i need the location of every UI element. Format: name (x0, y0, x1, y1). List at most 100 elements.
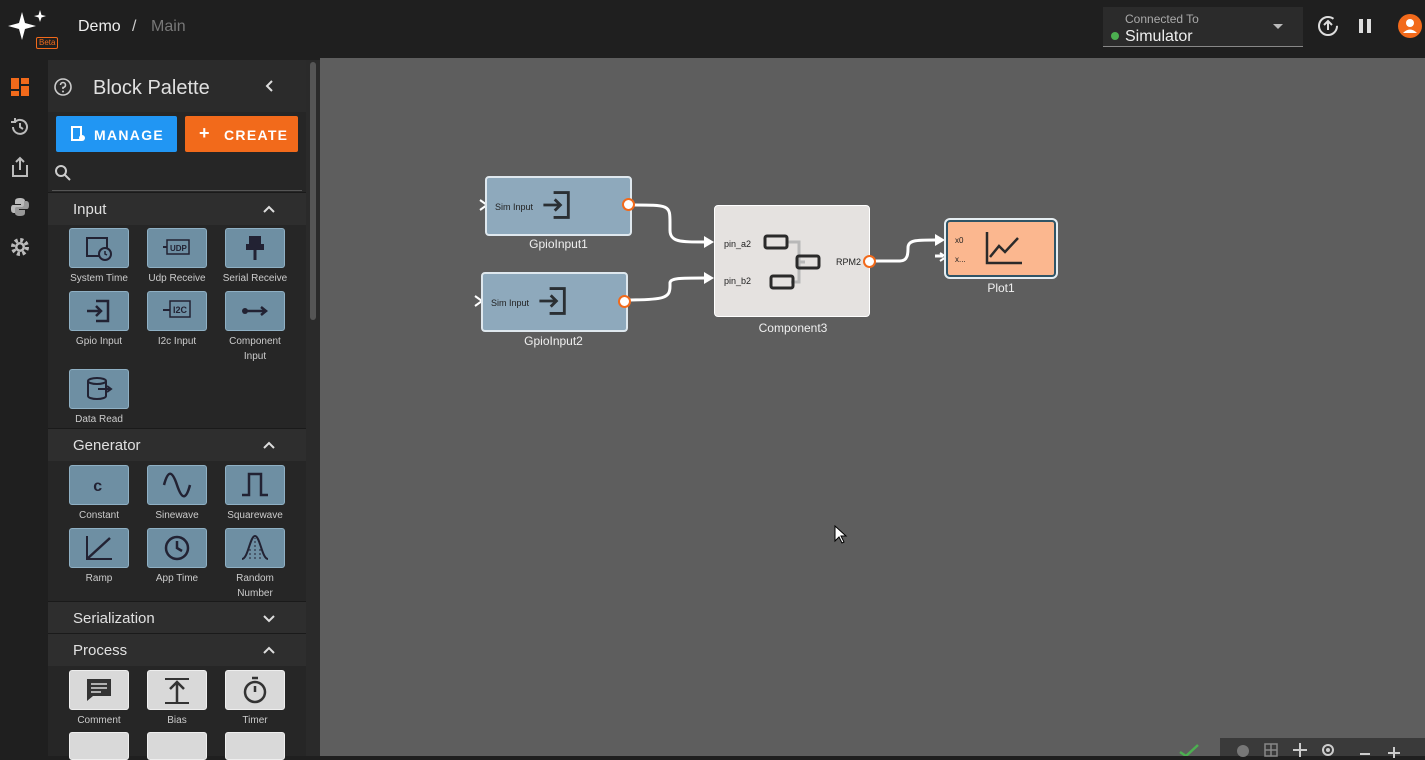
wire-component3-plot1 (868, 238, 936, 263)
block-random-number[interactable]: Random Number (220, 528, 290, 601)
block-label: Bias (167, 715, 187, 726)
user-icon (1398, 14, 1422, 38)
connection-wires (474, 199, 948, 307)
beta-badge: Beta (36, 37, 59, 49)
squarewave-icon (242, 472, 268, 497)
output-port[interactable] (618, 295, 631, 308)
clock-icon (164, 535, 190, 561)
connector-arrow-icon (242, 306, 269, 316)
palette-search-input[interactable] (52, 158, 302, 191)
login-arrow-icon (539, 287, 566, 315)
node-gpio-input-2[interactable]: Sim Input (481, 272, 628, 332)
connection-select[interactable]: Connected To Simulator (1103, 7, 1303, 47)
block-label: Udp Receive (148, 273, 206, 284)
connection-value: Simulator (1125, 28, 1193, 45)
node-inner-label: Sim Input (495, 202, 534, 212)
wire-gpio1-component3 (629, 203, 706, 244)
manage-label: MANAGE (94, 127, 165, 143)
manage-button[interactable]: MANAGE (56, 116, 177, 152)
section-title: Serialization (73, 610, 155, 627)
help-icon[interactable] (53, 77, 73, 97)
python-icon (11, 198, 29, 216)
pause-icon (1359, 19, 1371, 33)
app-logo[interactable]: Beta (2, 8, 60, 49)
block-bias[interactable]: Bias (142, 670, 212, 728)
node-gpio-input-1[interactable]: Sim Input (485, 176, 632, 236)
section-serialization-header[interactable]: Serialization (48, 601, 306, 634)
top-bar: Beta Demo / Main Connected To Simulator (0, 0, 1425, 56)
node-component-3[interactable]: pin_a2 pin_b2 RPM2 (714, 205, 870, 317)
output-port[interactable] (863, 255, 876, 268)
udp-icon: UDP (163, 239, 190, 255)
block-gpio-input[interactable]: Gpio Input (64, 291, 134, 349)
section-generator-header[interactable]: Generator (48, 428, 306, 461)
create-label: CREATE (224, 127, 289, 143)
block-squarewave[interactable]: Squarewave (220, 465, 290, 523)
breadcrumb-separator: / (132, 18, 137, 35)
block-constant[interactable]: c Constant (64, 465, 134, 523)
node-title: GpioInput1 (529, 237, 588, 251)
block-system-time[interactable]: System Time (64, 228, 134, 286)
block-label: Serial Receive (222, 273, 288, 284)
palette-scrollbar-thumb[interactable] (310, 62, 316, 320)
block-i2c-input[interactable]: I2C I2c Input (142, 291, 212, 349)
block-comment[interactable]: Comment (64, 670, 134, 728)
serial-plug-icon (246, 236, 264, 260)
history-icon (11, 118, 28, 135)
connection-status-dot (1111, 32, 1119, 40)
section-title: Generator (73, 437, 141, 454)
login-arrow-icon (543, 191, 570, 219)
grid-icon[interactable] (1264, 743, 1278, 757)
palette-header: Block Palette (48, 60, 306, 112)
constant-c-icon: c (93, 478, 103, 496)
rail-item-export[interactable] (0, 148, 42, 186)
node-title: Plot1 (987, 281, 1015, 295)
user-menu-button[interactable] (1398, 14, 1422, 38)
block-data-read[interactable]: Data Read (64, 369, 134, 427)
port-label: x0 (955, 236, 964, 245)
section-title: Input (73, 201, 107, 218)
block-component-input[interactable]: Component Input (220, 291, 290, 364)
block-app-time[interactable]: App Time (142, 528, 212, 586)
left-rail (0, 60, 42, 756)
rail-item-history[interactable] (0, 108, 42, 146)
svg-text:UDP: UDP (170, 244, 188, 253)
block-label: System Time (70, 273, 128, 284)
menu-dashboard-icon (11, 78, 29, 96)
node-plot-1[interactable]: x0 x... (946, 220, 1056, 277)
pause-button[interactable] (1353, 14, 1377, 38)
check-icon (1179, 744, 1199, 756)
svg-text:c: c (93, 478, 103, 496)
sinewave-icon (162, 472, 192, 498)
block-timer[interactable]: Timer (220, 670, 290, 728)
block-sinewave[interactable]: Sinewave (142, 465, 212, 523)
diagram-canvas[interactable]: Sim Input GpioInput1 Sim Input GpioInput… (320, 58, 1425, 756)
palette-title: Block Palette (93, 77, 210, 99)
rail-item-python[interactable] (0, 188, 42, 226)
block-label: Ramp (85, 573, 113, 584)
breadcrumb-project[interactable]: Demo (78, 18, 121, 36)
block-palette: Block Palette MANAGE + CREATE Input Syst… (48, 60, 306, 760)
block-udp-receive[interactable]: UDP Udp Receive (142, 228, 212, 286)
create-button[interactable]: + CREATE (185, 116, 298, 152)
manage-icon (71, 126, 85, 141)
rail-item-settings[interactable] (0, 228, 42, 266)
collapse-icon[interactable] (262, 78, 278, 94)
block-ramp[interactable]: Ramp (64, 528, 134, 586)
comment-icon (87, 679, 111, 701)
port-label: pin_a2 (724, 239, 752, 249)
block-serial-receive[interactable]: Serial Receive (220, 228, 290, 286)
chevron-up-icon (263, 646, 275, 654)
plus-icon: + (199, 123, 211, 143)
block-label: App Time (155, 573, 199, 584)
port-label: x... (955, 255, 966, 264)
section-process-header[interactable]: Process (48, 633, 306, 666)
output-port[interactable] (622, 198, 635, 211)
section-title: Process (73, 642, 128, 659)
ramp-icon (86, 536, 112, 560)
breadcrumb-page: Main (151, 18, 186, 35)
rail-item-blocks[interactable] (0, 68, 42, 106)
section-input-header[interactable]: Input (48, 192, 306, 225)
export-icon (12, 156, 28, 177)
upload-button[interactable] (1316, 14, 1340, 38)
